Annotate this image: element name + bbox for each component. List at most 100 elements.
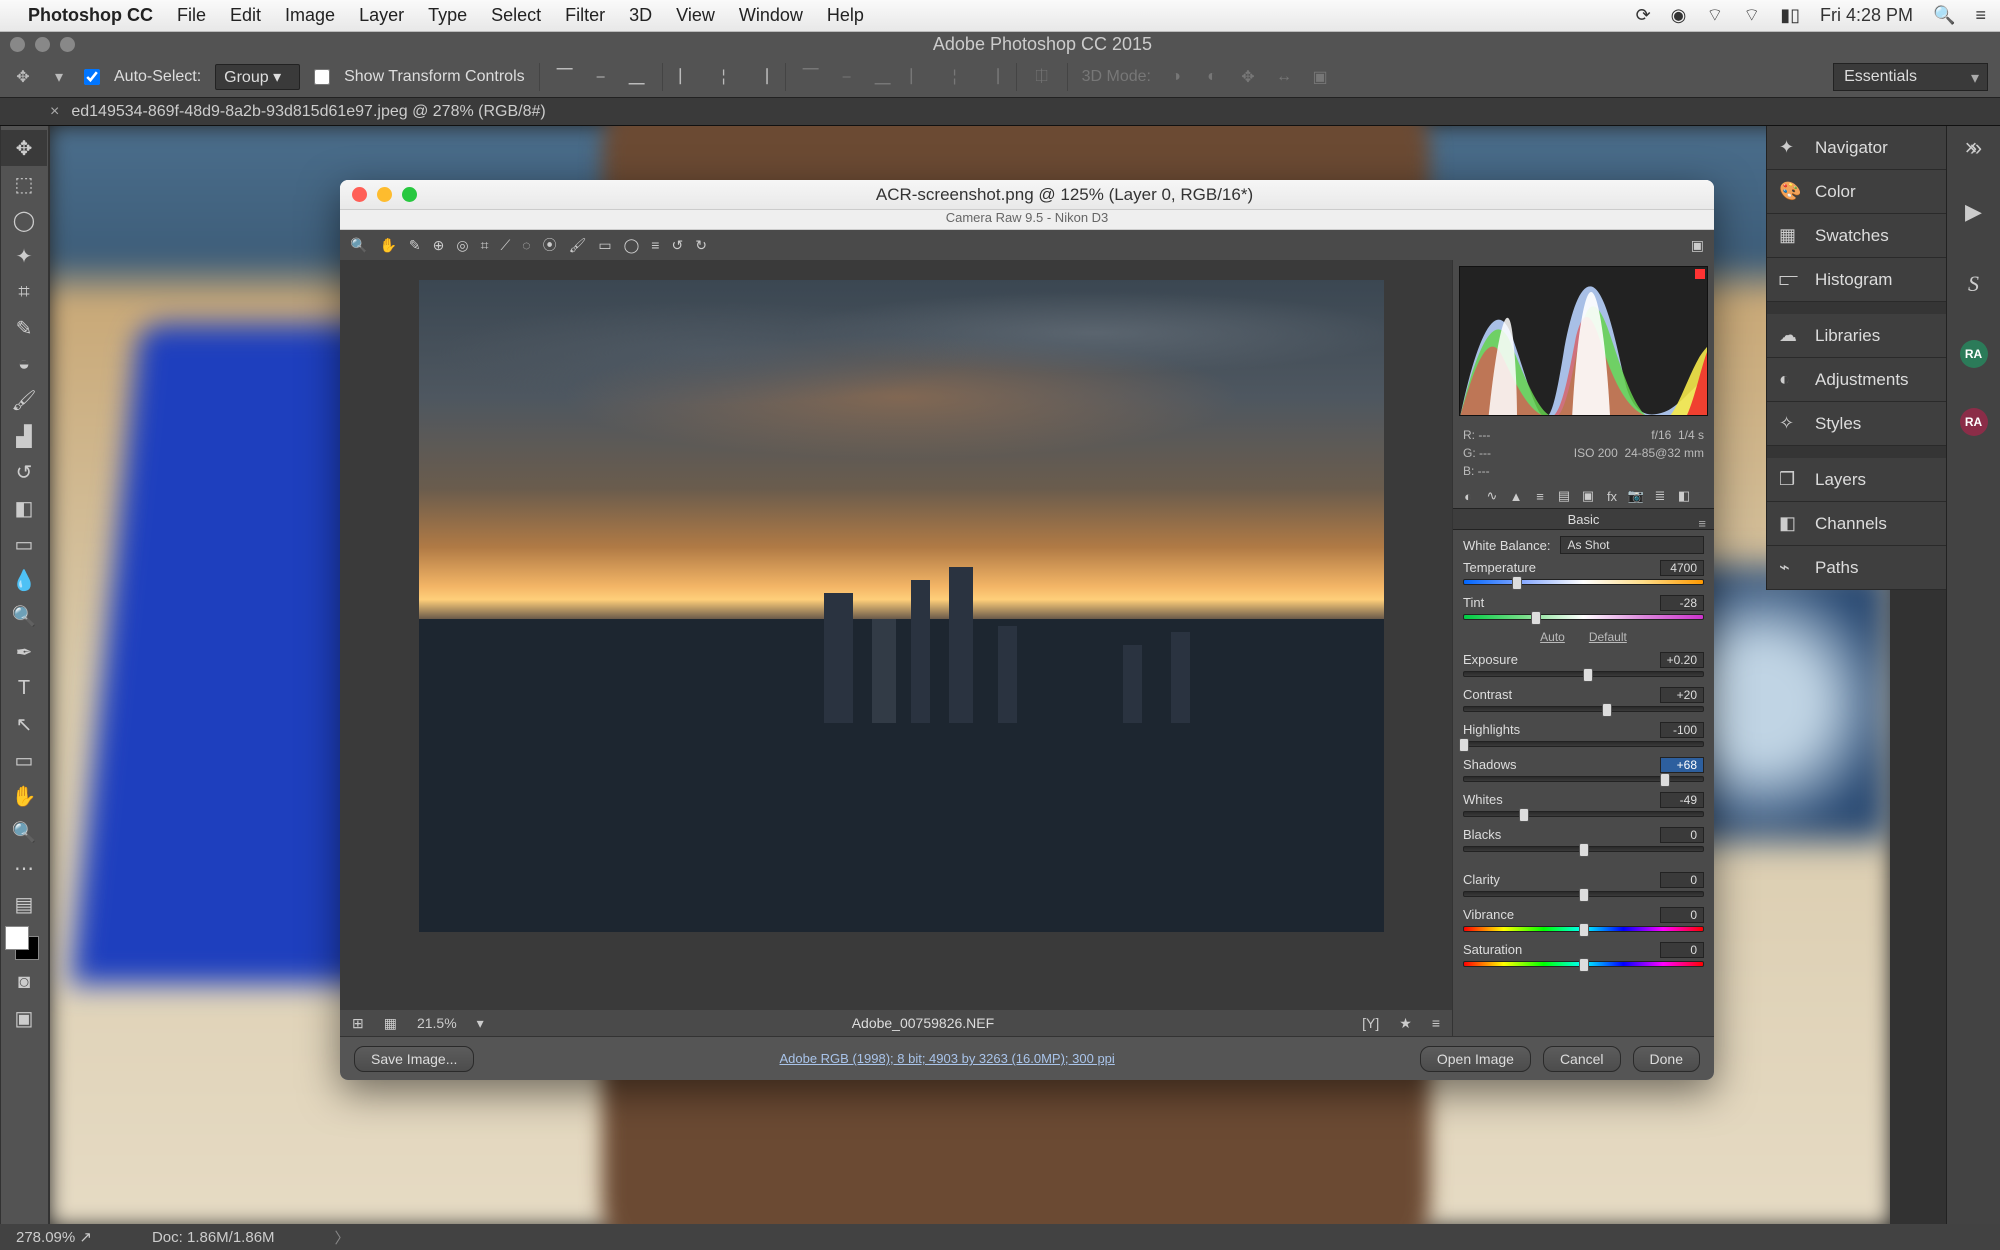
acr-radial-filter-icon[interactable]: ◯ <box>624 237 640 254</box>
acr-zoom-tool-icon[interactable]: 🔍 <box>350 237 367 254</box>
acr-grid-icon[interactable]: ▦ <box>384 1015 397 1032</box>
acr-grad-filter-icon[interactable]: ▭ <box>598 237 611 254</box>
menu-image[interactable]: Image <box>285 5 335 26</box>
shadow-clip-warning-icon[interactable] <box>1462 269 1472 279</box>
align-hcenter-icon[interactable]: ¦ <box>713 66 735 88</box>
slider-temperature[interactable]: Temperature4700 <box>1463 560 1704 585</box>
tab-camera-icon[interactable]: 📷 <box>1627 487 1645 505</box>
auto-button[interactable]: Auto <box>1540 630 1565 644</box>
acr-rotate-ccw-icon[interactable]: ↺ <box>671 237 683 254</box>
acr-redeye-icon[interactable]: ⦿ <box>543 235 557 255</box>
tool-path-select[interactable]: ↖ <box>1 706 47 742</box>
app-name[interactable]: Photoshop CC <box>28 5 153 26</box>
menu-help[interactable]: Help <box>827 5 864 26</box>
auto-select-checkbox[interactable] <box>84 69 100 85</box>
tool-eraser[interactable]: ◧ <box>1 490 47 526</box>
panel-adjustments[interactable]: ◐Adjustments <box>1767 358 1946 402</box>
acr-compare-icon[interactable]: [Y] <box>1362 1015 1379 1031</box>
done-button[interactable]: Done <box>1633 1046 1700 1072</box>
tool-lasso[interactable]: ◯ <box>1 202 47 238</box>
tool-hand[interactable]: ✋ <box>1 778 47 814</box>
tool-pen[interactable]: ✒ <box>1 634 47 670</box>
acr-spot-removal-icon[interactable]: ◌ <box>522 237 530 253</box>
color-swatches[interactable] <box>1 924 48 964</box>
notification-center-icon[interactable]: ≡ <box>1975 5 1986 26</box>
tool-eyedropper[interactable]: ✎ <box>1 310 47 346</box>
align-top-icon[interactable]: ⎺ <box>554 66 576 88</box>
spotlight-icon[interactable]: 🔍 <box>1933 5 1955 26</box>
white-balance-dropdown[interactable]: As Shot <box>1560 536 1704 554</box>
quick-mask-icon[interactable]: ◙ <box>1 964 47 1000</box>
acr-hand-tool-icon[interactable]: ✋ <box>379 237 396 254</box>
menu-window[interactable]: Window <box>739 5 803 26</box>
tool-stamp[interactable]: ▟ <box>1 418 47 454</box>
move-tool-icon[interactable]: ✥ <box>12 66 34 88</box>
screen-mode-icon[interactable]: ▣ <box>1 1000 47 1036</box>
tool-brush[interactable]: 🖌 <box>1 382 47 418</box>
slider-tint[interactable]: Tint-28 <box>1463 595 1704 620</box>
acr-filmstrip-menu-icon[interactable]: ≡ <box>1432 1015 1440 1031</box>
menu-view[interactable]: View <box>676 5 715 26</box>
panel-navigator[interactable]: ✦Navigator <box>1767 126 1946 170</box>
clock[interactable]: Fri 4:28 PM <box>1820 5 1913 26</box>
acr-preview-toggle-icon[interactable]: ▣ <box>1691 237 1704 254</box>
acr-crop-icon[interactable]: ⌗ <box>481 237 489 254</box>
align-left-icon[interactable]: ⎸ <box>677 66 699 88</box>
acr-color-sampler-icon[interactable]: ⊕ <box>433 237 445 254</box>
align-right-icon[interactable]: ⎹ <box>749 66 771 88</box>
tool-patch[interactable]: ◒ <box>1 346 47 382</box>
acr-zoom-icon[interactable] <box>402 187 417 202</box>
timeline-play-icon[interactable]: ▶ <box>1958 196 1990 228</box>
show-transform-checkbox[interactable] <box>314 69 330 85</box>
tab-fx-icon[interactable]: fx <box>1603 487 1621 505</box>
menu-select[interactable]: Select <box>491 5 541 26</box>
wifi-icon[interactable]: ⌔ <box>1743 4 1760 27</box>
highlight-clip-warning-icon[interactable] <box>1695 269 1705 279</box>
menu-layer[interactable]: Layer <box>359 5 404 26</box>
foreground-color[interactable] <box>5 926 29 950</box>
tab-close-icon[interactable]: × <box>50 103 59 121</box>
tab-presets-icon[interactable]: ≣ <box>1651 487 1669 505</box>
cc-sync-icon[interactable]: ⟳ <box>1636 5 1651 26</box>
acr-rating-icon[interactable]: ★ <box>1399 1015 1412 1032</box>
zoom-level[interactable]: 278.09% ↗ <box>16 1228 92 1246</box>
tab-hsl-icon[interactable]: ≡ <box>1531 487 1549 505</box>
bluetooth-icon[interactable]: ⌔ <box>1706 4 1723 27</box>
slider-blacks[interactable]: Blacks0 <box>1463 827 1704 852</box>
panel-libraries[interactable]: ☁Libraries <box>1767 314 1946 358</box>
tool-dodge[interactable]: 🔍 <box>1 598 47 634</box>
acr-prefs-icon[interactable]: ≡ <box>651 237 659 253</box>
window-zoom-icon[interactable] <box>60 37 75 52</box>
user-badge-2[interactable]: RA <box>1960 408 1988 436</box>
status-icon[interactable]: ◉ <box>1671 5 1687 26</box>
acr-wb-tool-icon[interactable]: ✎ <box>409 237 421 254</box>
align-bottom-icon[interactable]: ⎽ <box>626 66 648 88</box>
menu-filter[interactable]: Filter <box>565 5 605 26</box>
tab-basic-icon[interactable]: ◐ <box>1459 487 1477 505</box>
menu-3d[interactable]: 3D <box>629 5 652 26</box>
tool-rectangle[interactable]: ▭ <box>1 742 47 778</box>
menu-file[interactable]: File <box>177 5 206 26</box>
slider-whites[interactable]: Whites-49 <box>1463 792 1704 817</box>
status-flyout-icon[interactable]: 〉 <box>335 1227 350 1248</box>
menu-type[interactable]: Type <box>428 5 467 26</box>
auto-select-target-dropdown[interactable]: Group ▾ <box>215 64 300 90</box>
panel-layers[interactable]: ❒Layers <box>1767 458 1946 502</box>
user-badge-1[interactable]: RA <box>1960 340 1988 368</box>
acr-histogram[interactable] <box>1459 266 1708 416</box>
save-image-button[interactable]: Save Image... <box>354 1046 474 1072</box>
panel-paths[interactable]: ⌁Paths <box>1767 546 1946 590</box>
panel-channels[interactable]: ◧Channels <box>1767 502 1946 546</box>
slider-exposure[interactable]: Exposure+0.20 <box>1463 652 1704 677</box>
acr-preview-zoom[interactable]: 21.5% <box>417 1015 457 1031</box>
slider-shadows[interactable]: Shadows+68 <box>1463 757 1704 782</box>
menu-edit[interactable]: Edit <box>230 5 261 26</box>
window-minimize-icon[interactable] <box>35 37 50 52</box>
tool-gradient[interactable]: ▭ <box>1 526 47 562</box>
workspace-switcher[interactable]: Essentials <box>1833 63 1988 91</box>
panel-menu-icon[interactable]: ≡ <box>1698 513 1706 535</box>
acr-zoom-dropdown-icon[interactable]: ▾ <box>477 1015 484 1032</box>
slider-vibrance[interactable]: Vibrance0 <box>1463 907 1704 932</box>
tab-lens-icon[interactable]: ▣ <box>1579 487 1597 505</box>
slider-saturation[interactable]: Saturation0 <box>1463 942 1704 967</box>
